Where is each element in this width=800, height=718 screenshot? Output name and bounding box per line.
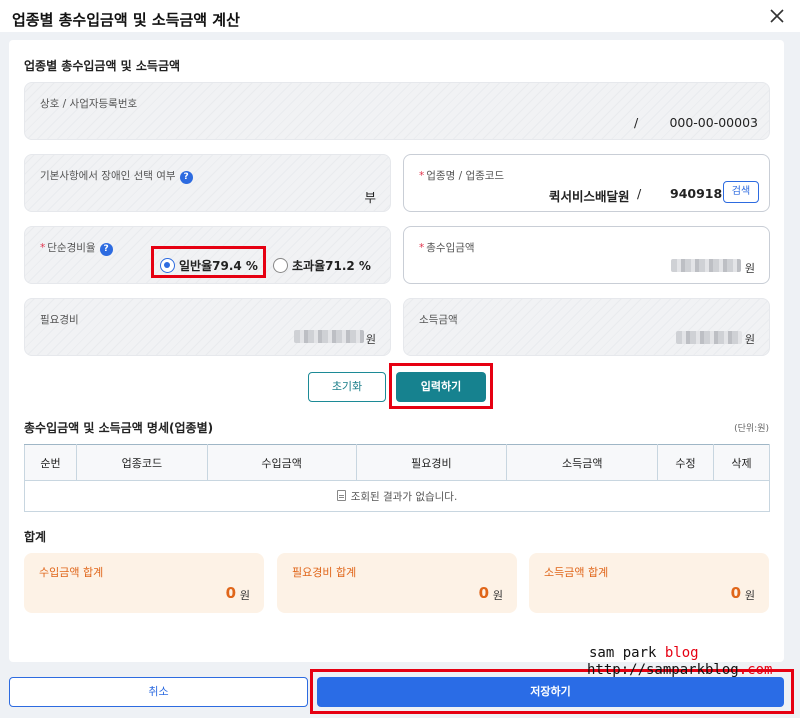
rate-option-excess[interactable]: 초과율71.2 % [273,257,371,274]
watermark-line1: sam park blog [589,645,699,661]
col-header: 수입금액 [206,444,357,481]
summary-value: 0 [478,584,489,602]
table-row: 조회된 결과가 없습니다. [24,480,770,512]
won-unit: 원 [365,333,376,346]
industry-field: * 업종명 / 업종코드 퀵서비스배달원 / 940918 검색 [403,154,770,212]
detail-table: 순번 업종코드 수입금액 필요경비 소득금액 수정 삭제 조회된 결과가 없습니… [24,444,770,512]
business-field: 상호 / 사업자등록번호 / 000-00-00003 [24,82,770,140]
document-icon [336,489,346,501]
watermark-line2: http://samparkblog.com [587,662,773,678]
help-icon[interactable]: ? [99,243,113,256]
disabled-label: 기본사항에서 장애인 선택 여부? [40,168,193,184]
summary-label: 필요경비 합계 [292,566,357,579]
summary-unit: 원 [492,589,503,602]
summary-value: 0 [225,584,236,602]
rate-label: * 단순경비율? [40,240,113,256]
masked-value [671,259,741,272]
summary-value: 0 [730,584,741,602]
business-label: 상호 / 사업자등록번호 [40,98,138,110]
col-header: 업종코드 [75,444,208,481]
masked-value [676,331,742,344]
col-header: 수정 [657,444,715,481]
col-header: 필요경비 [355,444,508,481]
help-icon[interactable]: ? [179,171,193,184]
income-label: 소득금액 [419,314,458,326]
masked-value [294,330,364,343]
won-unit: 원 [744,262,755,275]
won-unit: 원 [744,333,755,346]
detail-title: 총수입금액 및 소득금액 명세(업종별) [24,421,214,435]
radio-unchecked-icon[interactable] [273,258,288,273]
industry-label: * 업종명 / 업종코드 [419,170,505,182]
cancel-button[interactable]: 취소 [9,677,308,707]
business-number: 000-00-00003 [669,115,758,130]
empty-message: 조회된 결과가 없습니다. [24,480,770,512]
summary-label: 소득금액 합계 [544,566,609,579]
highlight-input [389,363,493,409]
summary-unit: 원 [744,589,755,602]
highlight-rate [151,246,266,278]
form-section-title: 업종별 총수입금액 및 소득금액 [24,59,181,73]
summary-card-expense: 필요경비 합계 0 원 [277,553,517,613]
rate-option-excess-label: 초과율71.2 % [292,259,371,273]
summary-title: 합계 [24,530,47,544]
total-income-field: * 총수입금액 원 [403,226,770,284]
industry-code: 940918 [670,186,723,201]
reset-button[interactable]: 초기화 [308,372,386,402]
close-icon[interactable] [768,7,786,25]
col-header: 순번 [24,444,77,481]
disabled-field: 기본사항에서 장애인 선택 여부? 부 [24,154,391,212]
summary-card-net: 소득금액 합계 0 원 [529,553,769,613]
summary-label: 수입금액 합계 [39,566,104,579]
col-header: 소득금액 [506,444,659,481]
search-button[interactable]: 검색 [723,181,759,203]
col-header: 삭제 [713,444,770,481]
summary-unit: 원 [239,589,250,602]
expense-field: 필요경비 원 [24,298,391,356]
income-field: 소득금액 원 [403,298,770,356]
expense-label: 필요경비 [40,314,79,326]
unit-label: (단위:원) [734,424,769,434]
industry-separator: / [637,186,642,201]
industry-name: 퀵서비스배달원 [549,189,630,204]
total-income-label: * 총수입금액 [419,242,475,254]
summary-card-income: 수입금액 합계 0 원 [24,553,264,613]
business-separator: / [634,115,639,130]
dialog-title: 업종별 총수입금액 및 소득금액 계산 [12,11,240,29]
disabled-value: 부 [364,190,376,205]
table-header-row: 순번 업종코드 수입금액 필요경비 소득금액 수정 삭제 [24,444,770,481]
